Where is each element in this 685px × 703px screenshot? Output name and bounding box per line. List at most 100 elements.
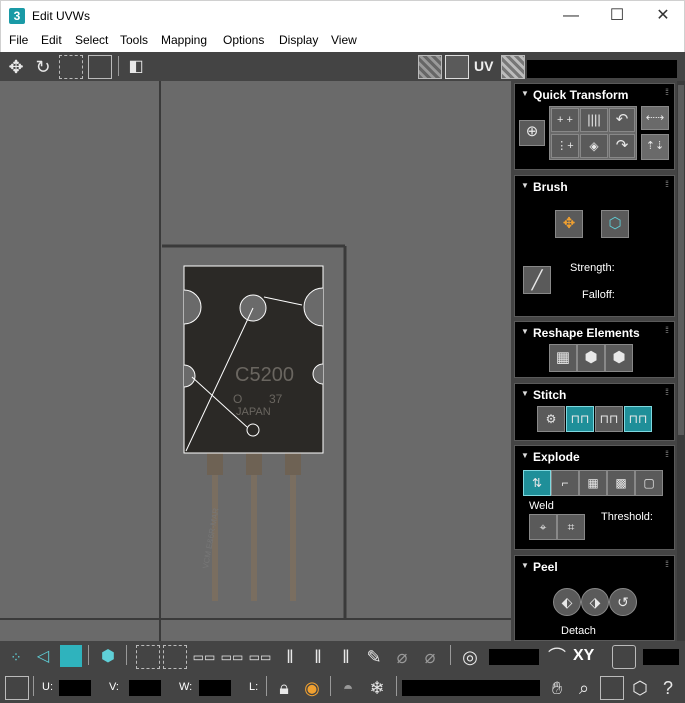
xy-toggle[interactable]: XY (573, 647, 594, 665)
paint-select-icon[interactable]: ✎ (362, 645, 386, 669)
rotate-icon[interactable]: ↻ (31, 55, 55, 79)
weld-selected-icon[interactable]: ⌖ (529, 514, 557, 540)
paint-shrink-icon[interactable]: ⌀ (418, 645, 442, 669)
mirror-icon[interactable]: ◧ (124, 55, 148, 79)
menu-mapping[interactable]: Mapping (161, 33, 207, 47)
freeform-icon[interactable] (88, 55, 112, 79)
rollout-title[interactable]: Peel (533, 560, 558, 574)
minimize-button[interactable]: — (548, 1, 594, 32)
move-icon[interactable]: ✥ (4, 55, 28, 79)
texture-map-icon[interactable] (445, 55, 469, 79)
space-vertical-2-icon[interactable]: ⇡⇣ (641, 134, 669, 160)
set-pivot-icon[interactable]: ⊕ (519, 120, 545, 146)
loop-shrink-icon[interactable]: ▭▭ (248, 645, 272, 669)
reset-peel-icon[interactable]: ↺ (609, 588, 637, 616)
menu-view[interactable]: View (331, 33, 357, 47)
stitch-average-icon[interactable]: ⊓⊓ (595, 406, 623, 432)
filter-dropdown[interactable] (402, 680, 540, 696)
menu-edit[interactable]: Edit (41, 33, 62, 47)
uv-viewport[interactable]: C5200 O 37 JAPAN VCM E&6R-MAR (0, 81, 511, 641)
texture-dropdown[interactable] (527, 60, 677, 78)
grow-selection-icon[interactable] (136, 645, 160, 669)
flatten-by-smoothing-icon[interactable]: ▩ (607, 470, 635, 496)
absolute-offset-icon[interactable] (5, 676, 29, 700)
pan-icon[interactable]: ✋︎ (545, 676, 569, 700)
show-hidden-icon[interactable]: ◉ (300, 676, 324, 700)
rollout-title[interactable]: Reshape Elements (533, 326, 640, 340)
zoom-icon[interactable]: ⌕ (572, 676, 596, 700)
edge-distance-icon[interactable] (612, 645, 636, 669)
brush-falloff-icon[interactable]: ╱ (523, 266, 551, 294)
break-icon[interactable]: ⇅ (523, 470, 551, 496)
paint-grow-icon[interactable]: ⌀ (390, 645, 414, 669)
relax-icon[interactable]: ⬢ (577, 344, 605, 372)
relax-brush-icon[interactable]: ⬡ (601, 210, 629, 238)
menu-display[interactable]: Display (279, 33, 318, 47)
soft-selection-icon[interactable]: ◎ (458, 645, 482, 669)
checker-settings-icon[interactable] (501, 55, 525, 79)
stitch-custom-icon[interactable]: ⚙ (537, 406, 565, 432)
collapse-icon[interactable]: ▼ (521, 181, 529, 190)
menu-options[interactable]: Options (223, 33, 264, 47)
lock-icon[interactable]: 🔒︎ (272, 676, 296, 700)
shrink-selection-icon[interactable] (163, 645, 187, 669)
zoom-extents-icon[interactable]: ⬡ (628, 676, 652, 700)
rollout-title[interactable]: Explode (533, 450, 580, 464)
zoom-region-icon[interactable] (600, 676, 624, 700)
rotate-ccw-icon[interactable]: ↶ (609, 108, 635, 132)
edge-distance-field[interactable] (643, 649, 679, 665)
loop-grow-icon[interactable]: ▭▭ (220, 645, 244, 669)
collapse-icon[interactable]: ▼ (521, 451, 529, 460)
vertex-mode-icon[interactable]: ⁘ (4, 645, 28, 669)
edge-mode-icon[interactable]: ◁ (31, 645, 55, 669)
w-field[interactable] (199, 680, 231, 696)
space-vertical-icon[interactable]: ⋮+ (551, 134, 579, 158)
loop-icon[interactable]: ▭▭ (192, 645, 216, 669)
straighten-icon[interactable]: ▦ (549, 344, 577, 372)
paint-move-brush-icon[interactable]: ✥ (555, 210, 583, 238)
stitch-to-target-icon[interactable]: ⊓⊓ (624, 406, 652, 432)
detach-edge-verts-icon[interactable]: ⌐ (551, 470, 579, 496)
rotate-cw-icon[interactable]: ↷ (609, 134, 635, 158)
falloff-field[interactable] (489, 649, 539, 665)
ring-grow-icon[interactable]: ‖ (306, 645, 330, 669)
align-vertical-icon[interactable]: |||| (580, 108, 608, 132)
help-icon[interactable]: ? (656, 676, 680, 700)
collapse-icon[interactable]: ▼ (521, 389, 529, 398)
freeze-icon[interactable]: ❄ (365, 676, 389, 700)
ring-icon[interactable]: ‖ (278, 645, 302, 669)
menu-tools[interactable]: Tools (120, 33, 148, 47)
align-center-icon[interactable]: ◈ (580, 134, 608, 158)
quick-peel-icon[interactable]: ⬖ (553, 588, 581, 616)
align-horizontal-icon[interactable]: + + (551, 108, 579, 132)
collapse-icon[interactable]: ▼ (521, 89, 529, 98)
close-button[interactable]: ✕ (640, 1, 685, 32)
relax-by-angle-icon[interactable]: ⬢ (605, 344, 633, 372)
v-field[interactable] (129, 680, 161, 696)
menu-select[interactable]: Select (75, 33, 108, 47)
collapse-icon[interactable]: ▼ (521, 561, 529, 570)
hide-icon[interactable]: ◓ (336, 676, 360, 700)
space-horizontal-icon[interactable]: ⇠⇢ (641, 106, 669, 130)
stitch-to-source-icon[interactable]: ⊓⊓ (566, 406, 594, 432)
rollout-title[interactable]: Brush (533, 180, 568, 194)
flatten-by-polygon-icon[interactable]: ▦ (579, 470, 607, 496)
collapse-icon[interactable]: ▼ (521, 327, 529, 336)
flatten-by-material-icon[interactable]: ▢ (635, 470, 663, 496)
weld-target-icon[interactable]: ⌗ (557, 514, 585, 540)
rollout-title[interactable]: Quick Transform (533, 88, 628, 102)
menu-file[interactable]: File (9, 33, 28, 47)
uv-editor-canvas[interactable]: C5200 O 37 JAPAN VCM E&6R-MAR (0, 81, 511, 641)
checker-pattern-icon[interactable] (418, 55, 442, 79)
uv-toggle[interactable]: UV (474, 58, 493, 74)
element-mode-icon[interactable]: ⬢ (96, 645, 120, 669)
scale-icon[interactable] (59, 55, 83, 79)
maximize-button[interactable]: ☐ (594, 1, 640, 32)
polygon-mode-icon[interactable] (60, 645, 82, 667)
rollout-title[interactable]: Stitch (533, 388, 566, 402)
u-field[interactable] (59, 680, 91, 696)
panel-scroll-thumb[interactable] (678, 85, 684, 435)
ring-shrink-icon[interactable]: ‖ (334, 645, 358, 669)
falloff-curve-icon[interactable]: ⌒ (545, 645, 569, 669)
peel-mode-icon[interactable]: ⬗ (581, 588, 609, 616)
